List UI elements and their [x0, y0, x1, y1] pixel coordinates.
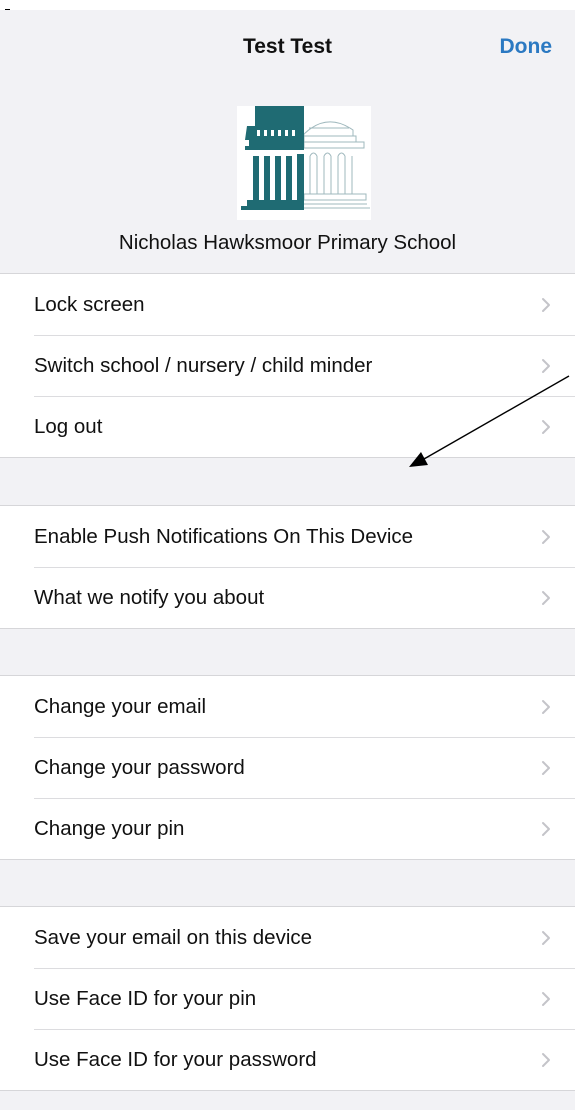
row-label: What we notify you about: [34, 585, 265, 609]
school-logo-icon: [237, 106, 371, 220]
chevron-right-icon: [542, 590, 550, 605]
log-out-row[interactable]: Log out: [0, 396, 575, 457]
change-pin-row[interactable]: Change your pin: [0, 798, 575, 859]
row-label: Change your password: [34, 755, 245, 779]
header: Test Test Done Nicholas Hawksmoor Primar…: [0, 10, 575, 275]
section-spacer: [0, 458, 575, 505]
chevron-right-icon: [542, 991, 550, 1006]
section-spacer: [0, 1091, 575, 1110]
chevron-right-icon: [542, 760, 550, 775]
save-email-row[interactable]: Save your email on this device: [0, 907, 575, 968]
row-label: Use Face ID for your pin: [34, 986, 257, 1010]
page-title: Test Test: [242, 35, 333, 58]
row-label: Save your email on this device: [34, 925, 313, 949]
row-label: Enable Push Notifications On This Device: [34, 524, 414, 548]
device-security-group: Save your email on this device Use Face …: [0, 906, 575, 1091]
face-id-password-row[interactable]: Use Face ID for your password: [0, 1029, 575, 1090]
section-spacer: [0, 629, 575, 675]
chevron-right-icon: [542, 419, 550, 434]
chevron-right-icon: [542, 358, 550, 373]
row-label: Log out: [34, 414, 103, 438]
chevron-right-icon: [542, 529, 550, 544]
what-we-notify-row[interactable]: What we notify you about: [0, 567, 575, 628]
chevron-right-icon: [542, 699, 550, 714]
lock-screen-row[interactable]: Lock screen: [0, 274, 575, 335]
credentials-group: Change your email Change your password C…: [0, 675, 575, 860]
chevron-right-icon: [542, 1052, 550, 1067]
school-name: Nicholas Hawksmoor Primary School: [118, 231, 457, 254]
row-label: Change your pin: [34, 816, 185, 840]
chevron-right-icon: [542, 297, 550, 312]
chevron-right-icon: [542, 821, 550, 836]
done-button[interactable]: Done: [500, 35, 553, 59]
row-label: Lock screen: [34, 292, 145, 316]
account-group: Lock screen Switch school / nursery / ch…: [0, 273, 575, 458]
change-email-row[interactable]: Change your email: [0, 676, 575, 737]
row-label: Change your email: [34, 694, 207, 718]
switch-school-row[interactable]: Switch school / nursery / child minder: [0, 335, 575, 396]
face-id-pin-row[interactable]: Use Face ID for your pin: [0, 968, 575, 1029]
notifications-group: Enable Push Notifications On This Device…: [0, 505, 575, 629]
chevron-right-icon: [542, 930, 550, 945]
row-label: Use Face ID for your password: [34, 1047, 317, 1071]
row-label: Switch school / nursery / child minder: [34, 353, 373, 377]
change-password-row[interactable]: Change your password: [0, 737, 575, 798]
enable-push-notifications-row[interactable]: Enable Push Notifications On This Device: [0, 506, 575, 567]
section-spacer: [0, 860, 575, 906]
settings-screen: Test Test Done Nicholas Hawksmoor Primar…: [0, 0, 575, 1110]
